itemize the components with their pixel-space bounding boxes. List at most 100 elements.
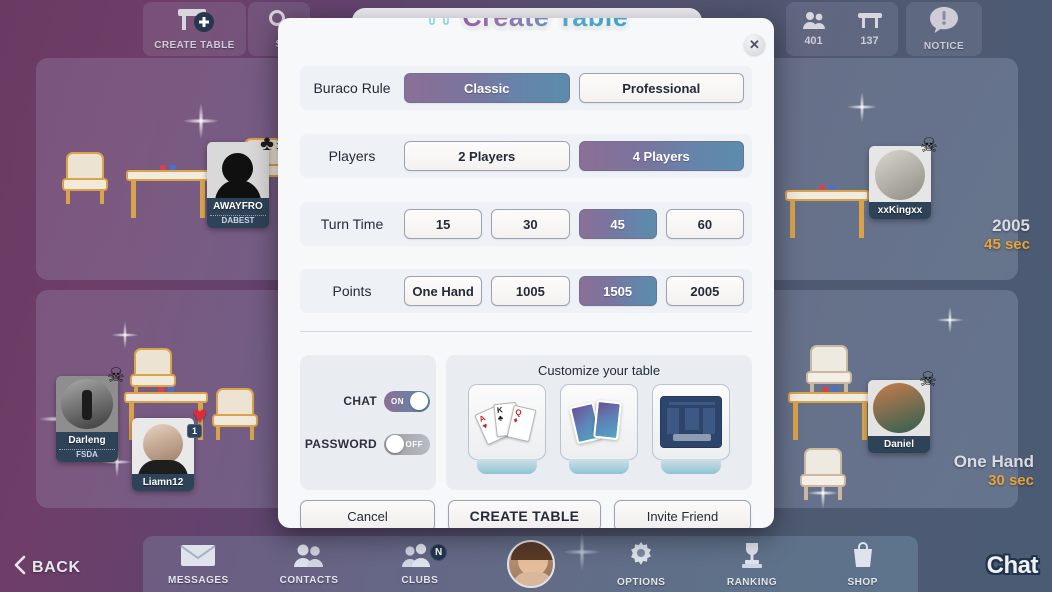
nav-item-shop[interactable]: SHOP xyxy=(807,536,918,592)
table-surface-tile[interactable] xyxy=(652,384,730,474)
dialog-title: Create Table xyxy=(462,18,628,33)
option-turn-time-60[interactable]: 60 xyxy=(665,209,744,239)
chat-button[interactable]: Chat xyxy=(987,552,1039,580)
table-turn-time: 45 sec xyxy=(984,235,1030,253)
club-tag: FSDA xyxy=(59,449,115,462)
toggle-row-password: PASSWORD OFF xyxy=(300,433,430,455)
card-suit: ♦ xyxy=(512,415,519,425)
tables-count: 137 xyxy=(860,35,879,47)
toggle-row-chat: CHAT ON xyxy=(300,390,430,412)
card-backs-tile[interactable] xyxy=(560,384,638,474)
option-row-points: Points One Hand 1005 1505 2005 xyxy=(300,269,752,313)
nav-item-contacts[interactable]: CONTACTS xyxy=(254,536,365,592)
people-icon xyxy=(802,11,826,34)
lobby-player-card[interactable]: ☠ xxKingxx xyxy=(869,135,938,219)
gear-icon xyxy=(627,541,655,574)
option-points-one-hand[interactable]: One Hand xyxy=(404,276,483,306)
nav-item-clubs[interactable]: N CLUBS xyxy=(364,536,475,592)
game-lobby-screen: ♣2 AWAYFRO DABEST ☠ xxKingxx 2005 45 sec… xyxy=(0,0,1052,592)
password-toggle[interactable]: OFF xyxy=(384,433,430,455)
option-players-4[interactable]: 4 Players xyxy=(578,141,744,171)
table-points: 2005 xyxy=(992,216,1030,235)
player-name: xxKingxx xyxy=(877,205,923,216)
invite-friend-button[interactable]: Invite Friend xyxy=(614,500,751,528)
toggle-knob xyxy=(386,435,404,453)
password-toggle-state: OFF xyxy=(405,439,423,449)
chevron-left-icon xyxy=(14,555,26,580)
lobby-chair xyxy=(62,152,108,204)
nav-item-profile[interactable] xyxy=(475,536,586,592)
cancel-button[interactable]: Cancel xyxy=(300,500,435,528)
toggles-panel: CHAT ON PASSWORD OFF xyxy=(300,355,436,490)
player-name: Daniel xyxy=(883,439,914,450)
option-label-players: Players xyxy=(328,148,376,164)
lobby-table xyxy=(126,165,210,218)
lobby-player-card[interactable]: ♣2 AWAYFRO DABEST xyxy=(207,132,282,228)
players-online-count: 401 xyxy=(804,35,823,47)
nav-item-messages[interactable]: MESSAGES xyxy=(143,536,254,592)
option-label-buraco-rule: Buraco Rule xyxy=(313,80,391,96)
option-buraco-rule-professional[interactable]: Professional xyxy=(578,73,744,103)
bottom-nav: MESSAGES CONTACTS N CLUBS OPTIONS RANKIN… xyxy=(143,536,918,592)
skull-icon: ☠ xyxy=(920,135,938,157)
tile-base xyxy=(569,459,629,474)
lobby-chair xyxy=(800,448,846,500)
option-points-1005[interactable]: 1005 xyxy=(491,276,570,306)
divider xyxy=(300,331,752,332)
player-name: AWAYFRO xyxy=(213,201,263,212)
table-info: One Hand 30 sec xyxy=(954,452,1034,489)
option-players-2[interactable]: 2 Players xyxy=(404,141,570,171)
shopping-bag-icon xyxy=(850,541,876,574)
toggle-label-password: PASSWORD xyxy=(304,437,377,451)
create-table-top-label: CREATE TABLE xyxy=(154,40,235,51)
players-online-counter: 401 xyxy=(802,11,826,47)
player-name: Darleng xyxy=(68,435,106,446)
option-turn-time-30[interactable]: 30 xyxy=(491,209,570,239)
option-turn-time-45[interactable]: 45 xyxy=(578,209,657,239)
back-label: BACK xyxy=(32,558,81,576)
chat-toggle[interactable]: ON xyxy=(384,390,430,412)
lobby-player-card[interactable]: ♥ 1 Liamn12 xyxy=(132,404,207,491)
close-icon[interactable]: ✕ xyxy=(744,34,765,55)
nav-label-contacts: CONTACTS xyxy=(279,574,339,586)
chat-toggle-state: ON xyxy=(391,396,404,406)
notice-button[interactable]: NOTICE xyxy=(906,2,982,56)
lobby-player-card[interactable]: ☠ Darleng FSDA xyxy=(56,365,125,462)
option-label-turn-time: Turn Time xyxy=(320,216,384,232)
card-faces-tile[interactable]: A ♥ K ♣ Q ♦ xyxy=(468,384,546,474)
table-icon xyxy=(857,11,883,34)
back-button[interactable]: BACK xyxy=(14,555,81,580)
create-table-dialog: Create Table ✕ Buraco Rule Classic Profe… xyxy=(278,18,774,528)
option-buraco-rule-classic[interactable]: Classic xyxy=(404,73,570,103)
toggle-knob xyxy=(410,392,428,410)
playing-cards-icon: A ♥ K ♣ Q ♦ xyxy=(468,384,546,460)
option-points-2005[interactable]: 2005 xyxy=(665,276,744,306)
nav-label-messages: MESSAGES xyxy=(168,574,229,586)
table-info: 2005 45 sec xyxy=(984,216,1030,253)
tables-counter: 137 xyxy=(857,11,883,47)
toggle-label-chat: CHAT xyxy=(343,394,377,408)
nav-label-shop: SHOP xyxy=(847,576,878,588)
nav-item-options[interactable]: OPTIONS xyxy=(586,536,697,592)
option-points-1505[interactable]: 1505 xyxy=(578,276,657,306)
people-icon xyxy=(292,543,326,572)
tile-base xyxy=(477,459,537,474)
option-turn-time-15[interactable]: 15 xyxy=(404,209,483,239)
lobby-player-card[interactable]: ☠ Daniel xyxy=(868,369,937,453)
create-table-button[interactable]: CREATE TABLE xyxy=(448,500,601,528)
lobby-counters: 401 137 xyxy=(786,2,898,56)
table-turn-time: 30 sec xyxy=(988,471,1034,489)
option-row-turn-time: Turn Time 15 30 45 60 xyxy=(300,202,752,246)
nav-label-clubs: CLUBS xyxy=(401,574,439,586)
create-table-top-button[interactable]: CREATE TABLE xyxy=(143,2,246,56)
lobby-chair xyxy=(806,345,852,397)
nav-item-ranking[interactable]: RANKING xyxy=(697,536,808,592)
clubs-badge: N xyxy=(430,544,448,561)
club-tag: DABEST xyxy=(210,215,266,228)
card-backs-icon xyxy=(560,384,638,460)
avatar[interactable] xyxy=(506,540,555,588)
skull-icon: ☠ xyxy=(919,369,937,391)
option-row-players: Players 2 Players 4 Players xyxy=(300,134,752,178)
table-surface-icon xyxy=(652,384,730,460)
notice-bubble-icon xyxy=(929,6,959,39)
